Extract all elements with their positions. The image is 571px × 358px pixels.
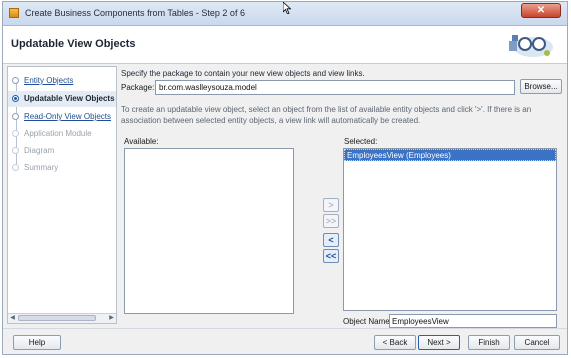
object-name-input[interactable] bbox=[389, 314, 557, 328]
object-name-label: Object Name: bbox=[343, 317, 392, 326]
add-button[interactable]: > bbox=[323, 198, 339, 212]
finish-button[interactable]: Finish bbox=[468, 335, 510, 350]
step-marker-icon bbox=[12, 95, 19, 102]
back-button[interactable]: < Back bbox=[374, 335, 416, 350]
browse-button[interactable]: Browse... bbox=[520, 79, 562, 94]
instruction-text: Specify the package to contain your new … bbox=[121, 69, 365, 78]
package-input[interactable] bbox=[155, 80, 515, 95]
available-list[interactable] bbox=[124, 148, 294, 314]
step-updatable-view-objects[interactable]: Updatable View Objects bbox=[8, 91, 116, 107]
wizard-window: Create Business Components from Tables -… bbox=[2, 1, 568, 355]
view-objects-logo-icon bbox=[509, 35, 553, 57]
scroll-left-icon[interactable]: ◀ bbox=[8, 314, 17, 323]
cancel-button[interactable]: Cancel bbox=[514, 335, 560, 350]
step-label: Updatable View Objects bbox=[24, 94, 115, 103]
step-label: Application Module bbox=[24, 129, 92, 138]
step-label: Diagram bbox=[24, 146, 55, 155]
step-read-only-view-objects[interactable]: Read-Only View Objects bbox=[8, 109, 116, 125]
step-label: Entity Objects bbox=[24, 76, 74, 85]
scrollbar-thumb[interactable] bbox=[18, 315, 96, 321]
step-marker-icon bbox=[12, 164, 19, 171]
mouse-cursor-icon bbox=[283, 2, 291, 14]
selected-list-item[interactable]: EmployeesView (Employees) bbox=[344, 149, 556, 161]
close-button[interactable]: ✕ bbox=[521, 3, 561, 18]
available-label: Available: bbox=[124, 137, 159, 146]
selected-list[interactable]: EmployeesView (Employees) bbox=[343, 148, 557, 311]
step-label: Read-Only View Objects bbox=[24, 112, 111, 121]
step-summary: Summary bbox=[8, 160, 116, 176]
page-title: Updatable View Objects bbox=[11, 38, 136, 50]
step-marker-icon bbox=[12, 147, 19, 154]
step-application-module: Application Module bbox=[8, 126, 116, 142]
help-text: To create an updatable view object, sele… bbox=[121, 105, 532, 125]
page-header: Updatable View Objects bbox=[3, 26, 567, 64]
remove-button[interactable]: < bbox=[323, 233, 339, 247]
step-marker-icon bbox=[12, 77, 19, 84]
main-panel: Specify the package to contain your new … bbox=[121, 66, 565, 328]
selected-label: Selected: bbox=[344, 137, 378, 146]
steps-panel: Entity Objects Updatable View Objects Re… bbox=[7, 66, 117, 324]
package-label: Package: bbox=[121, 83, 155, 92]
step-marker-icon bbox=[12, 130, 19, 137]
scroll-right-icon[interactable]: ▶ bbox=[107, 314, 116, 323]
window-title: Create Business Components from Tables -… bbox=[25, 8, 245, 18]
step-label: Summary bbox=[24, 163, 59, 172]
next-button[interactable]: Next > bbox=[418, 335, 460, 350]
remove-all-button[interactable]: << bbox=[323, 249, 339, 263]
add-all-button[interactable]: >> bbox=[323, 214, 339, 228]
help-button[interactable]: Help bbox=[13, 335, 61, 350]
step-marker-icon bbox=[12, 113, 19, 120]
step-entity-objects[interactable]: Entity Objects bbox=[8, 73, 116, 89]
steps-horizontal-scrollbar[interactable]: ◀ ▶ bbox=[8, 313, 116, 323]
step-diagram: Diagram bbox=[8, 143, 116, 159]
app-icon bbox=[9, 8, 19, 18]
button-bar: Help < Back Next > Finish Cancel bbox=[3, 328, 567, 355]
